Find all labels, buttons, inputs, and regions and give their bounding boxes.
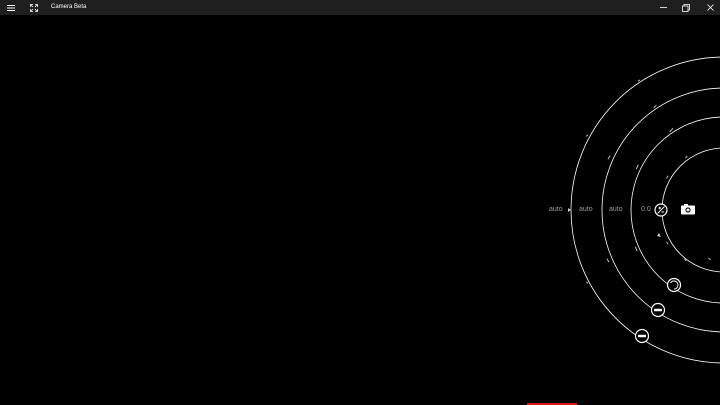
shutter-speed-value: auto <box>609 206 623 213</box>
exposure-value: 0.0 <box>641 206 651 213</box>
white-balance-icon[interactable] <box>634 328 650 344</box>
camera-shutter-icon[interactable] <box>681 204 695 215</box>
dial-tick-marks <box>585 79 711 284</box>
iso-icon[interactable] <box>650 302 666 318</box>
selector-arrow-icon <box>568 208 571 212</box>
focus-value: auto <box>579 206 593 213</box>
exposure-arrow-icon <box>657 233 661 237</box>
white-balance-value: auto <box>549 206 563 213</box>
focus-icon[interactable] <box>666 277 682 293</box>
camera-settings-dial <box>568 56 720 364</box>
exposure-knob-icon[interactable] <box>654 203 668 217</box>
